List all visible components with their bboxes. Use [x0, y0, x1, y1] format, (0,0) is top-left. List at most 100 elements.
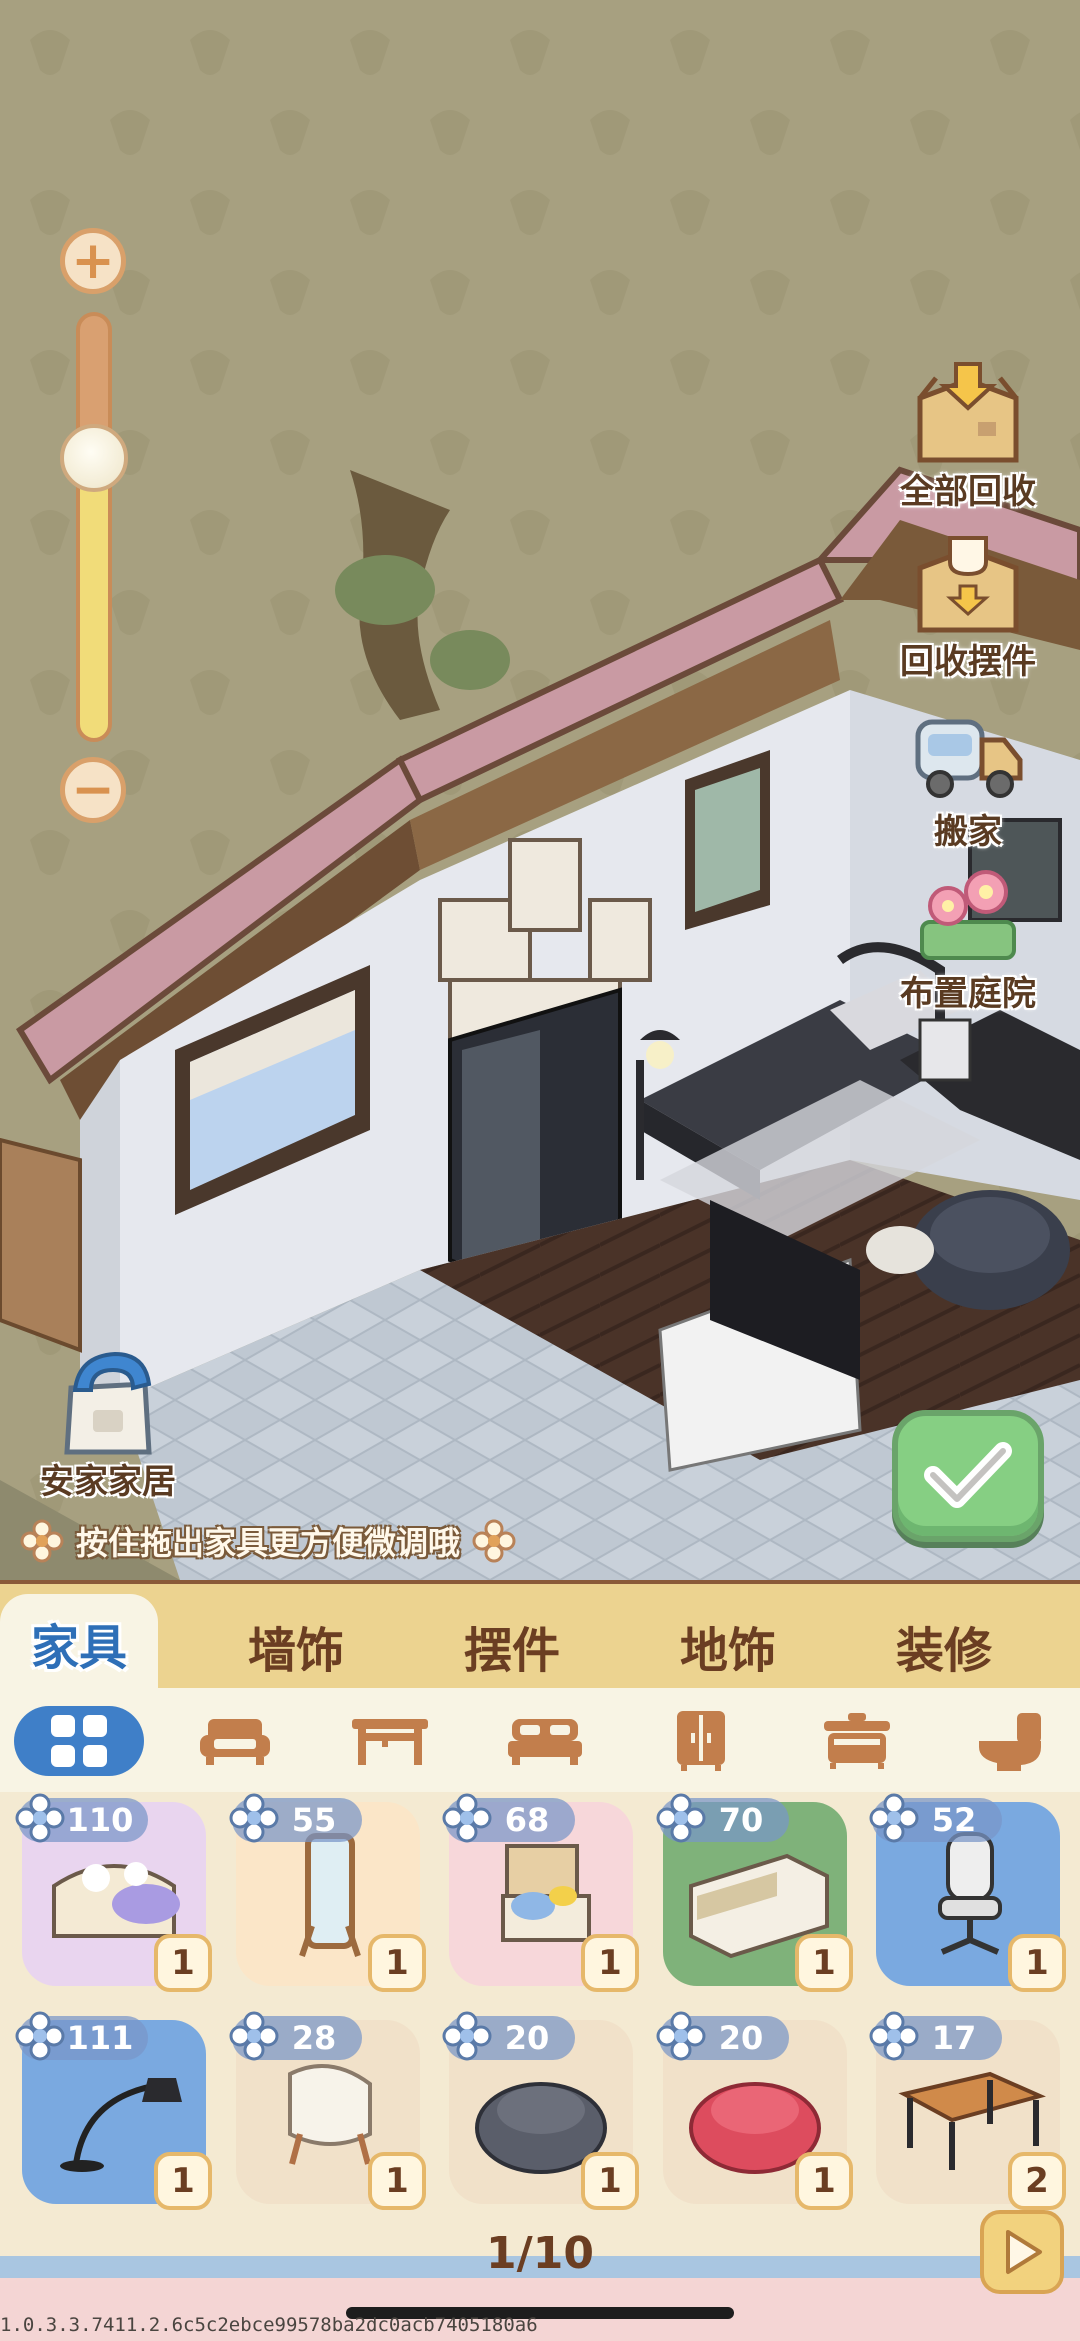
checkmark-icon — [924, 1442, 1012, 1508]
category-sofa[interactable] — [170, 1706, 300, 1776]
item-red-beanbag[interactable]: 20 1 — [656, 2011, 853, 2210]
table-icon — [352, 1719, 428, 1765]
decorate-yard-label: 布置庭院 — [900, 974, 1036, 1014]
box-down-arrow-icon — [917, 362, 1019, 463]
price-value: 28 — [291, 2019, 337, 2057]
item-fluffy-chair[interactable]: 28 1 — [229, 2011, 426, 2210]
price-tag: 52 — [869, 1793, 1002, 1843]
decorate-yard-button[interactable]: 布置庭院 — [890, 862, 1046, 1015]
move-house-button[interactable]: 搬家 — [890, 700, 1046, 853]
zoom-slider-track[interactable] — [76, 312, 112, 742]
page-indicator: 1/10 — [486, 2228, 594, 2279]
category-table[interactable] — [325, 1706, 455, 1776]
price-value: 20 — [718, 2019, 764, 2057]
build-id: 1.0.3.3.7411.2.6c5c2ebce99578ba2dc0acb74… — [0, 2314, 538, 2336]
zoom-in-button[interactable]: + — [60, 228, 126, 294]
price-tag: 68 — [442, 1793, 575, 1843]
price-tag: 20 — [442, 2011, 575, 2061]
flower-icon — [472, 1519, 516, 1563]
price-value: 52 — [931, 1801, 977, 1839]
flower-currency-icon — [229, 2011, 279, 2061]
category-bar — [0, 1688, 1080, 1792]
price-value: 70 — [718, 1801, 764, 1839]
quantity-badge: 1 — [581, 2152, 639, 2210]
garden-flowers-icon — [920, 870, 1016, 960]
quantity-badge: 1 — [581, 1934, 639, 1992]
quantity-badge: 2 — [1008, 2152, 1066, 2210]
wardrobe-icon — [677, 1711, 725, 1771]
room-scene[interactable]: + − 全部回收 回收摆件 搬家 布置庭院 安家家居 按住拖出家具更方便微调哦 — [0, 0, 1080, 1580]
item-grey-beanbag[interactable]: 20 1 — [442, 2011, 639, 2210]
flower-currency-icon — [869, 2011, 919, 2061]
tab-ornaments[interactable]: 摆件 — [422, 1600, 602, 1692]
item-reading-chair[interactable]: 68 1 — [442, 1793, 639, 1992]
confirm-button[interactable] — [892, 1410, 1044, 1542]
category-toilet[interactable] — [945, 1706, 1075, 1776]
home-furniture-shop-label: 安家家居 — [40, 1462, 176, 1502]
category-wardrobe[interactable] — [636, 1706, 766, 1776]
sofa-icon — [200, 1719, 270, 1765]
home-furniture-shop-button[interactable]: 安家家居 — [28, 1348, 188, 1503]
drag-hint-text: 按住拖出家具更方便微调哦 — [76, 1524, 461, 1562]
recycle-decorations-button[interactable]: 回收摆件 — [890, 530, 1046, 683]
price-value: 20 — [504, 2019, 550, 2057]
price-value: 110 — [66, 1801, 134, 1839]
item-tv-cabinet[interactable]: 70 1 — [656, 1793, 853, 1992]
zoom-slider-handle[interactable] — [60, 424, 128, 492]
zoom-out-button[interactable]: − — [60, 757, 126, 823]
flower-currency-icon — [442, 2011, 492, 2061]
quantity-badge: 1 — [795, 2152, 853, 2210]
tab-bar: 家具 墙饰 摆件 地饰 装修 — [0, 1580, 1080, 1692]
box-cup-icon — [917, 536, 1019, 633]
price-tag: 28 — [229, 2011, 362, 2061]
price-tag: 55 — [229, 1793, 362, 1843]
cabinet-icon — [824, 1713, 890, 1769]
quantity-badge: 1 — [154, 2152, 212, 2210]
all-grid-icon — [51, 1715, 107, 1767]
flower-currency-icon — [442, 1793, 492, 1843]
quantity-badge: 1 — [368, 2152, 426, 2210]
tab-renovation[interactable]: 装修 — [854, 1600, 1034, 1692]
category-all[interactable] — [14, 1706, 144, 1776]
category-cabinet[interactable] — [792, 1706, 922, 1776]
flower-currency-icon — [869, 1793, 919, 1843]
item-gaming-chair[interactable]: 52 1 — [869, 1793, 1066, 1992]
flower-icon — [20, 1519, 64, 1563]
furniture-panel: 家具 墙饰 摆件 地饰 装修 110 1 55 1 68 1 70 1 52 1… — [0, 1580, 1080, 2341]
flower-currency-icon — [656, 2011, 706, 2061]
price-value: 68 — [504, 1801, 550, 1839]
flower-currency-icon — [15, 2011, 65, 2061]
price-value: 17 — [931, 2019, 977, 2057]
price-tag: 111 — [15, 2011, 148, 2061]
bed-icon — [508, 1719, 582, 1765]
next-page-button[interactable] — [980, 2210, 1064, 2294]
play-right-icon — [1006, 2230, 1042, 2274]
tab-furniture[interactable]: 家具 — [0, 1594, 158, 1692]
shopping-bag-icon — [64, 1351, 152, 1455]
tab-wall-decor[interactable]: 墙饰 — [206, 1600, 386, 1692]
quantity-badge: 1 — [368, 1934, 426, 1992]
drag-hint: 按住拖出家具更方便微调哦 — [20, 1514, 516, 1568]
price-tag: 17 — [869, 2011, 1002, 2061]
move-house-label: 搬家 — [934, 812, 1002, 852]
quantity-badge: 1 — [1008, 1934, 1066, 1992]
recycle-decorations-label: 回收摆件 — [900, 642, 1036, 682]
recycle-all-label: 全部回收 — [900, 472, 1036, 512]
price-tag: 70 — [656, 1793, 789, 1843]
tab-floor-decor[interactable]: 地饰 — [638, 1600, 818, 1692]
flower-currency-icon — [656, 1793, 706, 1843]
category-bed[interactable] — [480, 1706, 610, 1776]
flower-currency-icon — [15, 1793, 65, 1843]
recycle-all-button[interactable]: 全部回收 — [890, 360, 1046, 513]
item-floor-lamp[interactable]: 111 1 — [15, 2011, 212, 2210]
moving-truck-icon — [915, 719, 1023, 798]
quantity-badge: 1 — [795, 1934, 853, 1992]
item-standing-mirror[interactable]: 55 1 — [229, 1793, 426, 1992]
price-value: 111 — [66, 2019, 134, 2057]
item-wooden-table[interactable]: 17 2 — [869, 2011, 1066, 2210]
price-tag: 110 — [15, 1793, 148, 1843]
flower-currency-icon — [229, 1793, 279, 1843]
price-value: 55 — [291, 1801, 337, 1839]
toilet-icon — [979, 1713, 1041, 1771]
item-cat-sofa[interactable]: 110 1 — [15, 1793, 212, 1992]
